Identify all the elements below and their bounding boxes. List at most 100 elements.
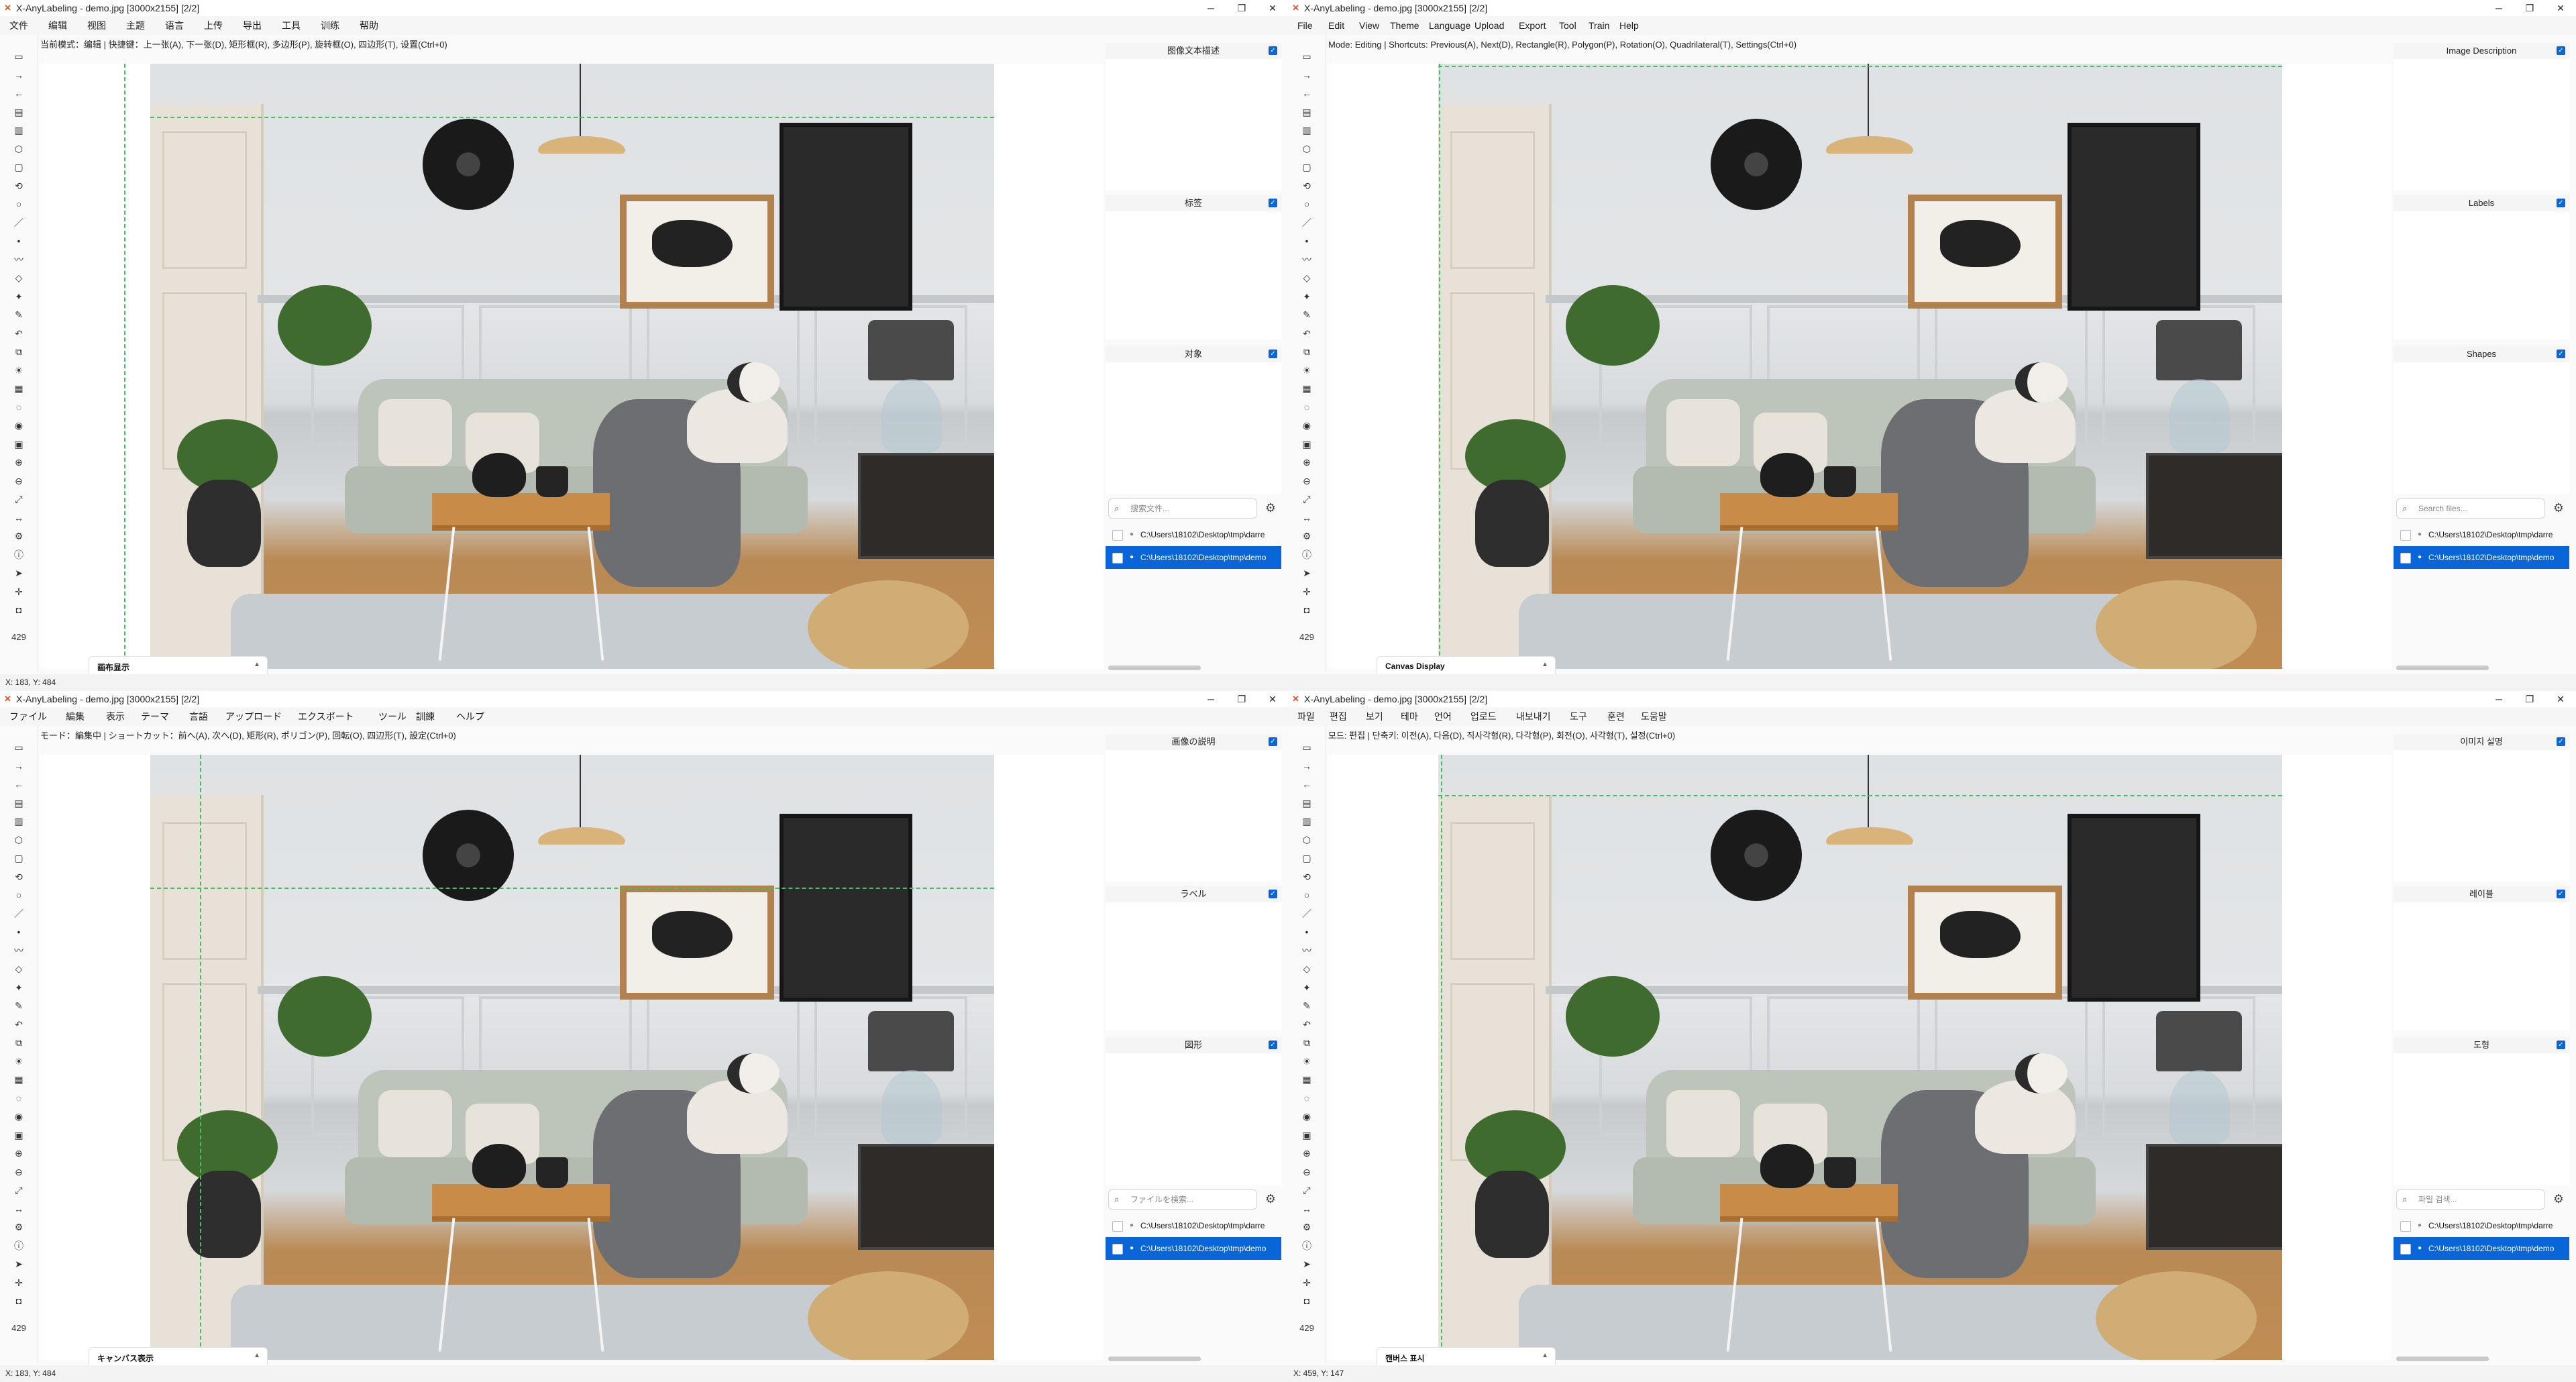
line-icon[interactable]: ／ [11, 906, 27, 922]
file-list-item-selected[interactable]: ● C:\Users\18102\Desktop\tmp\demo [1106, 546, 1281, 569]
point-icon[interactable]: • [11, 924, 27, 940]
ai-icon[interactable]: ✦ [1299, 288, 1315, 305]
collapse-icon[interactable]: ▲ [254, 1352, 260, 1359]
file-list-item-selected[interactable]: ● C:\Users\18102\Desktop\tmp\demo [1106, 1237, 1281, 1260]
delete-icon[interactable]: ▥ [11, 122, 27, 138]
maximize-button[interactable]: ❐ [1226, 691, 1257, 707]
undo-icon[interactable]: ↶ [1299, 325, 1315, 341]
quadrilateral-icon[interactable]: ◇ [11, 270, 27, 286]
horizontal-scrollbar[interactable] [2396, 1357, 2489, 1361]
image-canvas[interactable]: 캔버스 표시 ▲ 불투명도 100% ↺ 밝기 1.00 ↺ 대비 [1328, 755, 2392, 1382]
next-image-icon[interactable]: → [1299, 758, 1315, 774]
file-checkbox[interactable] [1112, 553, 1123, 564]
camera-icon[interactable]: ◘ [1299, 602, 1315, 618]
crosshair-icon[interactable]: ✛ [11, 584, 27, 600]
collapse-icon[interactable]: ▲ [254, 661, 260, 668]
polygon-icon[interactable]: ⬡ [1299, 141, 1315, 157]
file-checkbox[interactable] [1112, 530, 1123, 541]
rotation-icon[interactable]: ⟲ [11, 178, 27, 194]
rectangle-icon[interactable]: ▢ [1299, 159, 1315, 175]
fit-width-icon[interactable]: ↔ [1299, 1201, 1315, 1217]
menu-item[interactable]: Language [1429, 16, 1470, 35]
camera-icon[interactable]: ◘ [11, 1293, 27, 1309]
image-canvas[interactable]: 画布显示 ▲ 透明度 100% ↺ 亮度 1.00 ↺ 对比度 1. [40, 64, 1104, 691]
overview-icon[interactable]: ▣ [1299, 436, 1315, 452]
menu-item[interactable]: ヘルプ [456, 707, 484, 726]
minimize-button[interactable]: ─ [1195, 691, 1226, 707]
info-icon[interactable]: ⓘ [11, 547, 27, 563]
next-image-icon[interactable]: → [1299, 67, 1315, 83]
menu-item[interactable]: 语言 [165, 16, 184, 35]
hide-icon[interactable]: ◌ [11, 1090, 27, 1106]
checkbox-icon[interactable]: ✓ [1269, 350, 1277, 358]
minimize-button[interactable]: ─ [2483, 691, 2514, 707]
settings-icon[interactable]: ⚙ [1299, 1219, 1315, 1235]
copy-icon[interactable]: ⧉ [1299, 1034, 1315, 1051]
prev-image-icon[interactable]: ← [11, 85, 27, 101]
settings-icon[interactable]: ⚙ [1299, 528, 1315, 544]
brightness-icon[interactable]: ☀ [1299, 362, 1315, 378]
file-list-item[interactable]: ● C:\Users\18102\Desktop\tmp\darre [2394, 1214, 2569, 1237]
file-search-input[interactable]: ⌕ Search files... [2396, 498, 2545, 519]
image-canvas[interactable]: キャンバス表示 ▲ 不透明度 100% ↺ 明るさ 1.00 ↺ コントラスト [40, 755, 1104, 1382]
ai-icon[interactable]: ✦ [11, 979, 27, 996]
menu-item[interactable]: 表示 [106, 707, 125, 726]
checkbox-icon[interactable]: ✓ [1269, 890, 1277, 898]
menu-item[interactable]: エクスポート [298, 707, 354, 726]
horizontal-scrollbar[interactable] [1108, 1357, 1201, 1361]
zoom-out-icon[interactable]: ⊖ [11, 1164, 27, 1180]
save-icon[interactable]: ▤ [1299, 795, 1315, 811]
brightness-icon[interactable]: ☀ [1299, 1053, 1315, 1069]
edit-icon[interactable]: ✎ [11, 307, 27, 323]
menu-item[interactable]: 업로드 [1470, 707, 1497, 726]
menu-item[interactable]: Tool [1559, 16, 1576, 35]
edit-icon[interactable]: ✎ [1299, 307, 1315, 323]
menu-item[interactable]: 上传 [204, 16, 223, 35]
zoom-in-icon[interactable]: ⊕ [11, 454, 27, 470]
checkbox-icon[interactable]: ✓ [2557, 890, 2565, 898]
show-icon[interactable]: ◉ [11, 1108, 27, 1124]
cursor-icon[interactable]: ➤ [11, 565, 27, 581]
open-folder-icon[interactable]: ▭ [11, 739, 27, 755]
zoom-in-icon[interactable]: ⊕ [1299, 1145, 1315, 1161]
close-button[interactable]: ✕ [1257, 0, 1288, 16]
menu-item[interactable]: 내보내기 [1516, 707, 1551, 726]
menu-item[interactable]: アップロード [225, 707, 282, 726]
menu-item[interactable]: 文件 [9, 16, 28, 35]
menu-item[interactable]: 언어 [1434, 707, 1452, 726]
crosshair-icon[interactable]: ✛ [11, 1275, 27, 1291]
menu-item[interactable]: 工具 [282, 16, 301, 35]
menu-item[interactable]: Train [1589, 16, 1609, 35]
checkbox-icon[interactable]: ✓ [2557, 737, 2565, 746]
delete-icon[interactable]: ▥ [1299, 122, 1315, 138]
menu-item[interactable]: File [1297, 16, 1313, 35]
ai-icon[interactable]: ✦ [1299, 979, 1315, 996]
settings-icon[interactable]: ⚙ [11, 528, 27, 544]
line-icon[interactable]: ／ [1299, 215, 1315, 231]
image-view[interactable] [150, 755, 994, 1360]
menu-item[interactable]: 帮助 [360, 16, 378, 35]
menu-item[interactable]: 파일 [1297, 707, 1315, 726]
menu-item[interactable]: テーマ [141, 707, 169, 726]
group-icon[interactable]: ▦ [11, 1071, 27, 1087]
checkbox-icon[interactable]: ✓ [1269, 46, 1277, 55]
undo-icon[interactable]: ↶ [11, 1016, 27, 1032]
menu-item[interactable]: Edit [1328, 16, 1344, 35]
close-button[interactable]: ✕ [1257, 691, 1288, 707]
show-icon[interactable]: ◉ [1299, 417, 1315, 433]
line-icon[interactable]: ／ [1299, 906, 1315, 922]
next-image-icon[interactable]: → [11, 758, 27, 774]
file-checkbox[interactable] [1112, 1244, 1123, 1255]
file-checkbox[interactable] [1112, 1221, 1123, 1232]
fit-width-icon[interactable]: ↔ [11, 510, 27, 526]
rotation-icon[interactable]: ⟲ [1299, 869, 1315, 885]
group-icon[interactable]: ▦ [1299, 380, 1315, 396]
image-canvas[interactable]: Canvas Display ▲ Opacity 100% ↺ Brightne… [1328, 64, 2392, 691]
group-icon[interactable]: ▦ [1299, 1071, 1315, 1087]
checkbox-icon[interactable]: ✓ [1269, 1041, 1277, 1049]
gear-icon[interactable]: ⚙ [2551, 500, 2567, 516]
image-view[interactable] [1438, 64, 2282, 669]
settings-icon[interactable]: ⚙ [11, 1219, 27, 1235]
file-checkbox[interactable] [2400, 1221, 2411, 1232]
open-folder-icon[interactable]: ▭ [1299, 48, 1315, 64]
